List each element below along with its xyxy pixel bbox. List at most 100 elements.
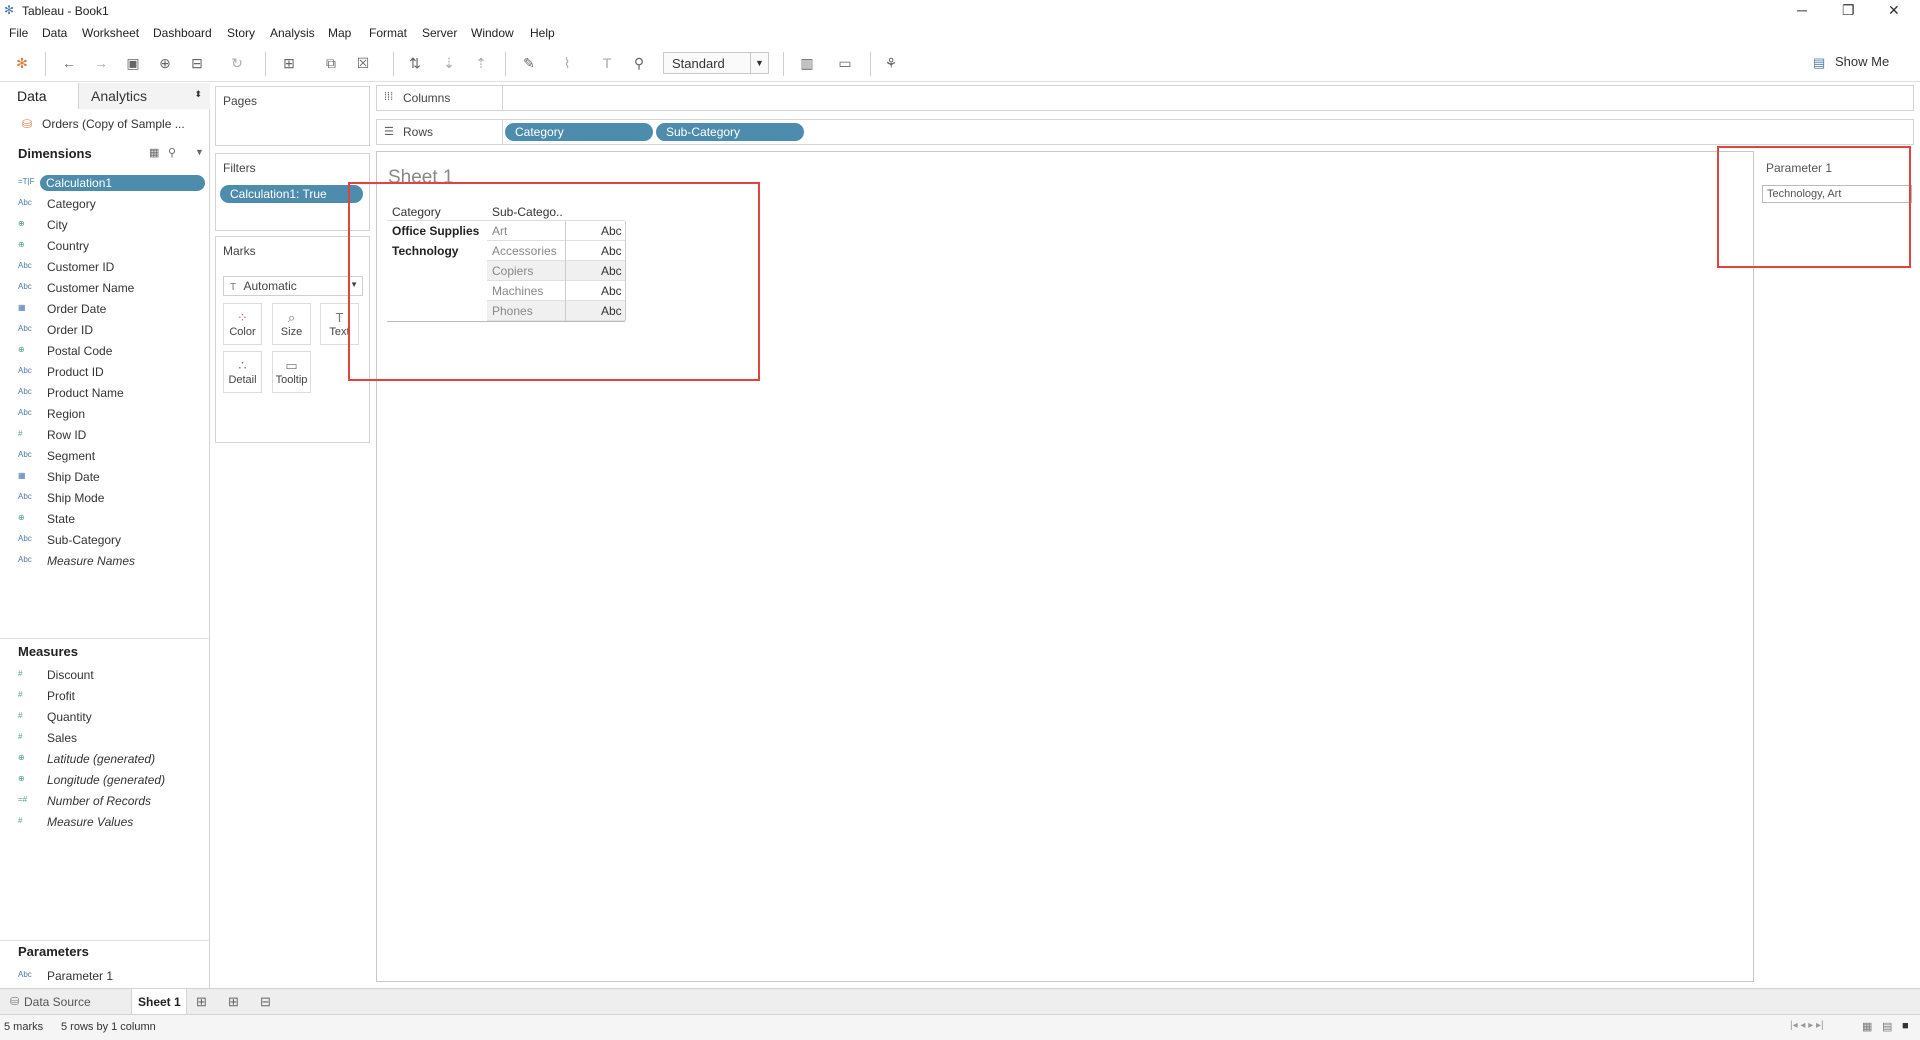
- columns-shelf[interactable]: ⁞⁞⁞ Columns: [376, 85, 1914, 111]
- dimension-product-name[interactable]: Abc Product Name: [18, 385, 210, 402]
- share-icon[interactable]: ⚘: [882, 54, 900, 72]
- menu-story[interactable]: Story: [227, 26, 255, 40]
- tab-analytics[interactable]: Analytics ⬍: [78, 83, 210, 109]
- color-icon: ⁘: [237, 310, 248, 325]
- row-pill-category[interactable]: Category: [505, 123, 653, 141]
- dimension-customer-name[interactable]: Abc Customer Name: [18, 280, 210, 297]
- new-story-icon[interactable]: ⊟: [260, 994, 271, 1010]
- status-bar: 5 marks 5 rows by 1 column |◂ ◂ ▸ ▸| ▦ ▤…: [0, 1014, 1920, 1040]
- fit-select[interactable]: Standard ▼: [663, 52, 769, 74]
- tab-sheet-1[interactable]: Sheet 1: [131, 989, 187, 1015]
- restore-icon[interactable]: ❐: [1842, 2, 1855, 19]
- menu-worksheet[interactable]: Worksheet: [82, 26, 139, 40]
- dimension-ship-mode[interactable]: Abc Ship Mode: [18, 490, 210, 507]
- sort-ascending-icon[interactable]: ⇣: [440, 54, 458, 72]
- field-label: Longitude (generated): [47, 773, 166, 787]
- menu-map[interactable]: Map: [328, 26, 351, 40]
- search-icon[interactable]: ⚲: [168, 146, 176, 159]
- pages-card[interactable]: Pages: [215, 86, 370, 146]
- dimension-ship-date[interactable]: ▦ Ship Date: [18, 469, 210, 486]
- menu-file[interactable]: File: [9, 26, 28, 40]
- datasource-name[interactable]: Orders (Copy of Sample ...: [42, 117, 185, 131]
- tabs-view-icon[interactable]: ■: [1902, 1020, 1909, 1032]
- menu-server[interactable]: Server: [422, 26, 457, 40]
- group-icon[interactable]: ⌇: [558, 54, 576, 72]
- new-worksheet-icon[interactable]: ⊞: [196, 994, 207, 1010]
- view-toggle-icon[interactable]: ▦: [149, 146, 159, 159]
- rows-shelf-label: Rows: [403, 125, 434, 139]
- show-me-icon[interactable]: ▤: [1813, 55, 1825, 71]
- dimension-country[interactable]: ⊕ Country: [18, 238, 210, 255]
- measure-longitude-generated[interactable]: ⊕ Longitude (generated): [18, 772, 210, 789]
- globe-type-icon: ⊕: [18, 240, 25, 249]
- pin-icon[interactable]: ⚲: [630, 54, 648, 72]
- menu-help[interactable]: Help: [530, 26, 555, 40]
- dimension-row-id[interactable]: # Row ID: [18, 427, 210, 444]
- dimension-order-date[interactable]: ▦ Order Date: [18, 301, 210, 318]
- menu-dashboard[interactable]: Dashboard: [153, 26, 212, 40]
- filter-pill-calculation1[interactable]: Calculation1: True: [220, 185, 363, 203]
- pause-updates-icon[interactable]: ⊟: [188, 54, 206, 72]
- menu-analysis[interactable]: Analysis: [270, 26, 315, 40]
- dimension-product-id[interactable]: Abc Product ID: [18, 364, 210, 381]
- menu-data[interactable]: Data: [42, 26, 67, 40]
- dimension-calculation1[interactable]: =T|F Calculation1: [18, 175, 210, 192]
- filmstrip-view-icon[interactable]: ▤: [1882, 1020, 1892, 1033]
- tooltip-button[interactable]: ▭ Tooltip: [272, 351, 311, 393]
- duplicate-sheet-icon[interactable]: ⧉: [322, 54, 340, 72]
- tableau-home-icon[interactable]: ✻: [13, 54, 31, 72]
- measure-quantity[interactable]: # Quantity: [18, 709, 210, 726]
- measure-measure-values[interactable]: # Measure Values: [18, 814, 210, 831]
- new-datasource-icon[interactable]: ⊕: [156, 54, 174, 72]
- dimension-category[interactable]: Abc Category: [18, 196, 210, 213]
- mark-type-select[interactable]: T Automatic ▼: [223, 276, 363, 296]
- new-worksheet-icon[interactable]: ⊞: [280, 54, 298, 72]
- tab-data-source[interactable]: Data Source: [24, 995, 91, 1009]
- size-button[interactable]: ⌕ Size: [272, 303, 311, 345]
- measure-sales[interactable]: # Sales: [18, 730, 210, 747]
- measure-profit[interactable]: # Profit: [18, 688, 210, 705]
- dimension-order-id[interactable]: Abc Order ID: [18, 322, 210, 339]
- clear-sheet-icon[interactable]: ☒: [354, 54, 372, 72]
- measure-number-of-records[interactable]: =# Number of Records: [18, 793, 210, 810]
- dimension-postal-code[interactable]: ⊕ Postal Code: [18, 343, 210, 360]
- close-icon[interactable]: ✕: [1888, 2, 1900, 19]
- minimize-icon[interactable]: ─: [1797, 2, 1807, 18]
- dimension-sub-category[interactable]: Abc Sub-Category: [18, 532, 210, 549]
- refresh-icon[interactable]: ↻: [228, 54, 246, 72]
- measure-latitude-generated[interactable]: ⊕ Latitude (generated): [18, 751, 210, 768]
- show-me-button[interactable]: Show Me: [1835, 54, 1889, 69]
- grid-view-icon[interactable]: ▦: [1862, 1020, 1872, 1033]
- detail-button[interactable]: ∴ Detail: [223, 351, 262, 393]
- field-label: Customer Name: [47, 281, 135, 295]
- menu-window[interactable]: Window: [471, 26, 514, 40]
- highlight-icon[interactable]: ✎: [520, 54, 538, 72]
- sort-descending-icon[interactable]: ⇡: [472, 54, 490, 72]
- sheet-navigation-icon[interactable]: |◂ ◂ ▸ ▸|: [1790, 1020, 1824, 1031]
- dimension-region[interactable]: Abc Region: [18, 406, 210, 423]
- new-dashboard-icon[interactable]: ⊞: [228, 994, 239, 1010]
- save-icon[interactable]: ▣: [124, 54, 142, 72]
- parameter-parameter-1[interactable]: Abc Parameter 1: [18, 968, 210, 985]
- measure-discount[interactable]: # Discount: [18, 667, 210, 684]
- tab-data[interactable]: Data: [0, 83, 78, 109]
- color-button[interactable]: ⁘ Color: [223, 303, 262, 345]
- dimension-segment[interactable]: Abc Segment: [18, 448, 210, 465]
- chevron-down-icon[interactable]: ▼: [195, 147, 204, 157]
- dimension-city[interactable]: ⊕ City: [18, 217, 210, 234]
- rows-shelf[interactable]: ☰ Rows Category Sub-Category: [376, 119, 1914, 145]
- filters-card[interactable]: Filters Calculation1: True: [215, 153, 370, 231]
- menu-format[interactable]: Format: [369, 26, 407, 40]
- dimension-state[interactable]: ⊕ State: [18, 511, 210, 528]
- text-mark-icon: T: [230, 282, 237, 293]
- dimension-measure-names[interactable]: Abc Measure Names: [18, 553, 210, 570]
- presentation-icon[interactable]: ▭: [836, 54, 854, 72]
- swap-icon[interactable]: ⇅: [406, 54, 424, 72]
- row-pill-sub-category[interactable]: Sub-Category: [656, 123, 804, 141]
- show-cards-icon[interactable]: ▥: [798, 54, 816, 72]
- dimension-customer-id[interactable]: Abc Customer ID: [18, 259, 210, 276]
- redo-icon[interactable]: →: [92, 54, 110, 72]
- undo-icon[interactable]: ←: [60, 54, 78, 72]
- number-type-icon: =#: [18, 795, 28, 804]
- labels-icon[interactable]: T: [598, 54, 616, 72]
